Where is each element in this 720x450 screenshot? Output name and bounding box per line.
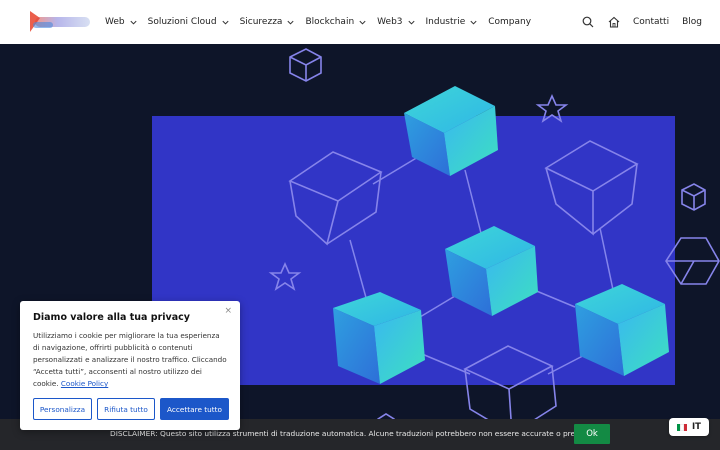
nav-item-web[interactable]: Web <box>105 17 138 27</box>
nav-item-web3[interactable]: Web3 <box>377 17 415 27</box>
chevron-down-icon <box>287 20 294 25</box>
language-switcher[interactable]: IT <box>669 418 709 436</box>
blog-link[interactable]: Blog <box>682 17 702 27</box>
header-right-nav: Contatti Blog <box>568 0 702 44</box>
close-icon[interactable]: × <box>224 306 232 316</box>
cookie-consent-dialog: × Diamo valore alla tua privacy Utilizzi… <box>20 301 240 430</box>
nav-item-blockchain[interactable]: Blockchain <box>305 17 367 27</box>
nav-item-label: Web <box>105 17 125 27</box>
nav-item-sicurezza[interactable]: Sicurezza <box>240 17 296 27</box>
nav-item-label: Web3 <box>377 17 403 27</box>
cookie-policy-link[interactable]: Cookie Policy <box>61 379 108 388</box>
accept-all-button[interactable]: Accettare tutto <box>160 398 229 420</box>
site-header: Web Soluzioni Cloud Sicurezza Blockchain Web… <box>0 0 720 44</box>
chevron-down-icon <box>470 20 477 25</box>
chevron-down-icon <box>359 20 366 25</box>
chevron-down-icon <box>407 20 415 25</box>
search-icon[interactable] <box>582 16 594 28</box>
nav-item-label: Soluzioni Cloud <box>147 17 217 27</box>
nav-item-industrie[interactable]: Industrie <box>426 17 479 27</box>
cookie-title: Diamo valore alla tua privacy <box>33 312 190 323</box>
nav-item-label: Industrie <box>425 17 466 27</box>
nav-item-label: Blockchain <box>305 17 355 27</box>
nav-item-company[interactable]: Company <box>488 17 531 27</box>
customize-button[interactable]: Personalizza <box>33 398 92 420</box>
cookie-body: Utilizziamo i cookie per migliorare la t… <box>33 330 227 390</box>
italy-flag-icon <box>677 423 687 431</box>
nav-item-label: Company <box>488 17 532 27</box>
chevron-down-icon <box>222 20 229 25</box>
disclaimer-text: DISCLAIMER: Questo sito utilizza strumen… <box>110 429 592 438</box>
home-icon[interactable] <box>608 16 620 28</box>
main-nav: Web Soluzioni Cloud Sicurezza Blockchain Web… <box>105 0 541 44</box>
nav-item-label: Sicurezza <box>239 17 283 27</box>
contact-link[interactable]: Contatti <box>633 17 669 27</box>
company-logo[interactable] <box>26 8 92 36</box>
nav-item-soluzioni-cloud[interactable]: Soluzioni Cloud <box>148 17 230 27</box>
chevron-down-icon <box>130 20 137 25</box>
reject-all-button[interactable]: Rifiuta tutto <box>97 398 155 420</box>
disclaimer-ok-button[interactable]: Ok <box>574 424 610 444</box>
flag-stripe <box>683 423 687 431</box>
language-code: IT <box>692 422 701 432</box>
cookie-buttons: Personalizza Rifiuta tutto Accettare tut… <box>33 398 234 420</box>
